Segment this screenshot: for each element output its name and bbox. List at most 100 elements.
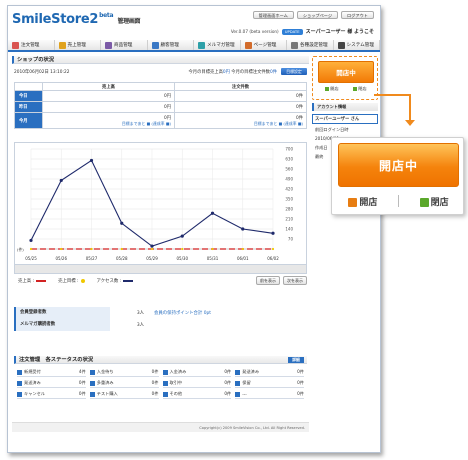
points-total[interactable]: 会員の保持ポイント合計 0pt — [154, 310, 211, 316]
store-status-button[interactable]: 開店中 — [318, 61, 374, 83]
nav-icon — [291, 41, 298, 49]
open-arrows-icon — [348, 197, 358, 207]
order-status-item[interactable]: 入金待ち 0件 — [89, 368, 159, 377]
mailmag-row: メルマガ購読者数 3人 — [14, 318, 307, 331]
nav-item[interactable]: 注文管理 — [8, 40, 55, 50]
callout-open-button[interactable]: 開店 — [348, 195, 377, 208]
y-tick-label: 560 — [285, 167, 293, 172]
prev-button[interactable]: 前を表示 — [256, 276, 280, 285]
points-value: 0pt — [203, 310, 212, 316]
logo-text: SmileStore2 — [12, 12, 99, 27]
status-name: テスト購入 — [96, 391, 118, 396]
order-status-item[interactable]: 発送済み 0件 — [17, 379, 86, 388]
y-tick-label: 700 — [285, 147, 293, 152]
status-icon — [235, 391, 241, 397]
data-point-target — [241, 247, 244, 251]
status-icon — [162, 369, 168, 375]
x-tick-label: 05/30 — [176, 256, 188, 261]
chart-scrollbar[interactable] — [15, 264, 306, 273]
top-links: 管理画面ホーム ショップページ ログアウト — [252, 11, 374, 19]
order-status-item[interactable]: 多重済み 0件 — [89, 379, 159, 388]
x-tick-label: 05/27 — [86, 256, 98, 261]
callout-status-button[interactable]: 開店中 — [338, 143, 459, 187]
status-name: 保留 — [242, 380, 251, 385]
callout-arrow-line — [374, 94, 411, 96]
nav-icon — [244, 41, 252, 49]
table-row: 今月 0円 目標まであと ■ (達成率 ■) 0件 目標まであと ■ (達成率 ■) — [14, 112, 307, 129]
nav-item[interactable]: ページ管理 — [241, 40, 287, 50]
orders-goal-note: 目標まであと ■ (達成率 ■) — [253, 120, 303, 126]
access-chart: 700 630 560 490 420 350 280 210 140 70 05/25 05/26 0… — [14, 142, 307, 274]
nav-label: 注文管理 — [21, 43, 40, 48]
order-status-item[interactable]: 新規受付 4件 — [17, 368, 86, 377]
logout-link[interactable]: ログアウト — [341, 11, 374, 19]
legend-target-swatch — [80, 278, 85, 283]
order-status-title-text: 注文管理 各ステータスの状況 — [19, 357, 94, 363]
nav-label: 顧客管理 — [160, 43, 179, 48]
legend-access: アクセス数 : — [97, 278, 134, 284]
app-logo[interactable]: SmileStore2beta 管理画面 — [12, 12, 141, 27]
order-status-section: 注文管理 各ステータスの状況 詳細 新規受付 4件 入金待ち 0件 入金済み 0件 発送済み… — [14, 356, 307, 399]
callout-close-button[interactable]: 閉店 — [419, 195, 449, 208]
order-status-item[interactable]: 保留 0件 — [235, 379, 304, 388]
callout-arrow-head — [405, 120, 415, 126]
update-badge[interactable]: UPDATE — [281, 28, 303, 35]
goal-summary: 今月の目標売上高0円 今月の目標注文件数0件 — [189, 69, 277, 75]
callout-open-label: 開店 — [359, 197, 378, 208]
y-tick-label: 140 — [285, 227, 293, 232]
order-status-item[interactable]: 発送済み 0件 — [235, 368, 304, 377]
order-status-grid: 新規受付 4件 入金待ち 0件 入金済み 0件 発送済み 0件 発送済み 0件 多重済み 0件 取引中 0… — [14, 368, 307, 399]
status-name: キャンセル — [24, 391, 45, 396]
data-point-target — [60, 247, 63, 251]
nav-icon — [198, 41, 205, 49]
open-store-button[interactable]: 開店 — [325, 86, 339, 92]
nav-item[interactable]: 商品管理 — [101, 40, 148, 50]
row-label: 今月 — [14, 112, 43, 129]
nav-item[interactable]: 顧客管理 — [148, 40, 194, 50]
nav-icon — [12, 41, 19, 49]
nav-item[interactable]: 売上管理 — [55, 40, 101, 50]
data-point-access — [271, 231, 275, 235]
status-name: --- — [242, 391, 247, 397]
set-goal-button[interactable]: 目標設定 — [281, 68, 307, 75]
order-status-item[interactable]: キャンセル 0件 — [17, 390, 86, 399]
points-link[interactable]: 会員の保持ポイント合計 — [154, 311, 202, 316]
data-point-target — [120, 247, 123, 251]
shop-status-title: ショップの状況 — [12, 56, 309, 64]
next-button[interactable]: 次を表示 — [283, 276, 307, 285]
header: SmileStore2beta 管理画面 管理画面ホーム ショップページ ログア… — [8, 6, 380, 40]
shop-page-link[interactable]: ショップページ — [296, 11, 339, 19]
store-status-box: 開店中 開店 閉店 — [312, 56, 378, 100]
nav-item[interactable]: システム管理 — [334, 40, 380, 50]
details-button[interactable]: 詳細 — [288, 357, 304, 363]
member-stats: 会員登録者数 3人 会員の保持ポイント合計 0pt メルマガ購読者数 3人 — [14, 306, 307, 331]
y-unit-label: (件) — [17, 247, 24, 252]
members-row: 会員登録者数 3人 会員の保持ポイント合計 0pt — [14, 306, 307, 319]
y-tick-label: 210 — [285, 217, 293, 222]
version-line: Ver.0.07 (beta version) UPDATE スーパーユーザー … — [231, 28, 374, 35]
goal-sales-value: 0円 — [222, 70, 230, 75]
status-count: 0件 — [224, 369, 232, 374]
data-point-target — [181, 247, 184, 251]
order-status-item[interactable]: 取引中 0件 — [162, 379, 232, 388]
close-store-button[interactable]: 閉店 — [353, 86, 367, 92]
x-tick-label: 05/29 — [146, 256, 158, 261]
status-icon — [89, 369, 95, 375]
home-link[interactable]: 管理画面ホーム — [252, 11, 294, 19]
nav-item[interactable]: 各種設定管理 — [287, 40, 334, 50]
order-status-item[interactable]: テスト購入 0件 — [89, 390, 159, 399]
col-sales-header: 売上高 — [42, 82, 175, 91]
order-status-item[interactable]: 入金済み 0件 — [162, 368, 232, 377]
sales-goal-note: 目標まであと ■ (達成率 ■) — [121, 120, 171, 126]
nav-icon — [58, 41, 66, 49]
order-status-item[interactable]: その他 0件 — [162, 390, 232, 399]
table-row: 昨日 0円 0件 — [14, 101, 307, 113]
sales-cell: 0円 — [42, 101, 175, 113]
nav-item[interactable]: メルマガ管理 — [194, 40, 241, 50]
close-label: 閉店 — [358, 86, 367, 91]
status-name: 多重済み — [96, 380, 114, 385]
chart-nav-buttons: 前を表示 次を表示 — [256, 276, 307, 285]
order-status-item[interactable]: --- 0件 — [235, 390, 304, 399]
y-tick-label: 350 — [285, 197, 293, 202]
status-name: その他 — [169, 391, 183, 396]
